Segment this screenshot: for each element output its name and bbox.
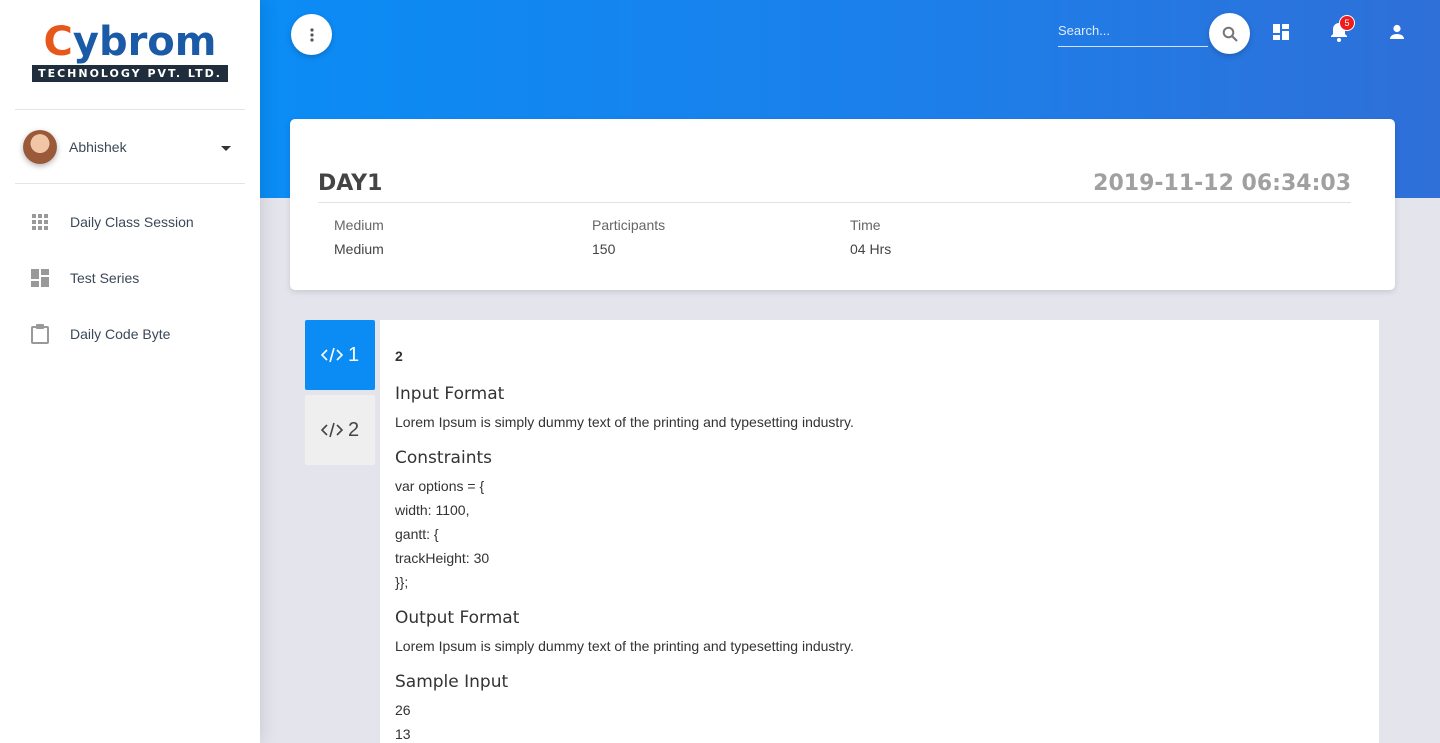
sidebar-item-label: Test Series	[70, 270, 140, 286]
output-format-heading: Output Format	[395, 608, 520, 628]
constraints-line: width: 1100,	[395, 502, 470, 518]
sidebar-item-label: Daily Class Session	[70, 214, 194, 230]
tab-label: 2	[347, 418, 360, 441]
constraints-heading: Constraints	[395, 448, 492, 468]
problem-panel: 2 Input Format Lorem Ipsum is simply dum…	[380, 320, 1379, 743]
meta-label: Medium	[334, 217, 384, 233]
person-icon	[1390, 24, 1404, 39]
clipboard-icon	[31, 324, 49, 344]
input-format-text: Lorem Ipsum is simply dummy text of the …	[395, 414, 854, 430]
page-title: DAY1	[318, 171, 383, 196]
tab-problem-1[interactable]: 1	[305, 320, 375, 390]
sidebar-item-daily-class-session[interactable]: Daily Class Session	[0, 194, 260, 250]
sidebar: Cybrom TECHNOLOGY PVT. LTD. Abhishek Dai…	[0, 0, 260, 743]
meta-medium: Medium Medium	[334, 217, 384, 257]
sidebar-item-daily-code-byte[interactable]: Daily Code Byte	[0, 306, 260, 362]
brand-logo[interactable]: Cybrom TECHNOLOGY PVT. LTD.	[15, 0, 245, 110]
sidebar-item-label: Daily Code Byte	[70, 326, 171, 342]
meta-label: Time	[850, 217, 881, 233]
session-datetime: 2019-11-12 06:34:03	[1093, 171, 1351, 196]
constraints-line: }};	[395, 574, 409, 590]
constraints-line: gantt: {	[395, 526, 439, 542]
tab-label: 1	[347, 343, 360, 366]
code-icon	[320, 347, 343, 363]
session-info-card: DAY1 2019-11-12 06:34:03 Medium Medium P…	[290, 119, 1395, 290]
tab-problem-2[interactable]: 2	[305, 395, 375, 465]
sidebar-item-test-series[interactable]: Test Series	[0, 250, 260, 306]
search-field	[1058, 14, 1208, 47]
caret-down-icon	[221, 146, 231, 151]
search-icon	[1222, 26, 1238, 42]
meta-time: Time 04 Hrs	[850, 217, 891, 257]
dashboard-icon	[31, 269, 49, 287]
sample-input-line: 26	[395, 702, 411, 718]
sample-input-line: 13	[395, 726, 411, 742]
meta-value: 150	[592, 241, 616, 257]
dashboard-button[interactable]	[1271, 22, 1291, 42]
notification-count-badge: 5	[1339, 15, 1355, 31]
user-menu[interactable]: Abhishek	[15, 110, 245, 184]
avatar	[23, 129, 57, 164]
apps-grid-icon	[31, 213, 49, 231]
profile-button[interactable]	[1387, 22, 1407, 42]
meta-participants: Participants 150	[592, 217, 665, 257]
input-format-heading: Input Format	[395, 384, 505, 404]
search-input[interactable]	[1058, 14, 1208, 46]
sidebar-nav: Daily Class Session Test Series Daily Co…	[0, 194, 260, 362]
meta-value: Medium	[334, 241, 384, 257]
problem-number: 2	[395, 348, 403, 364]
sample-input-heading: Sample Input	[395, 672, 509, 692]
logo-wordmark: Cybrom	[43, 19, 217, 65]
logo-tagline: TECHNOLOGY PVT. LTD.	[32, 65, 228, 82]
more-vertical-icon	[309, 27, 314, 42]
search-button[interactable]	[1209, 13, 1250, 54]
constraints-line: var options = {	[395, 478, 485, 494]
more-options-button[interactable]	[291, 14, 332, 55]
meta-value: 04 Hrs	[850, 241, 892, 257]
meta-label: Participants	[592, 217, 666, 233]
code-icon	[320, 422, 343, 438]
divider	[318, 202, 1351, 203]
dashboard-icon	[1273, 24, 1289, 40]
constraints-line: trackHeight: 30	[395, 550, 490, 566]
output-format-text: Lorem Ipsum is simply dummy text of the …	[395, 638, 854, 654]
user-name: Abhishek	[69, 138, 127, 155]
